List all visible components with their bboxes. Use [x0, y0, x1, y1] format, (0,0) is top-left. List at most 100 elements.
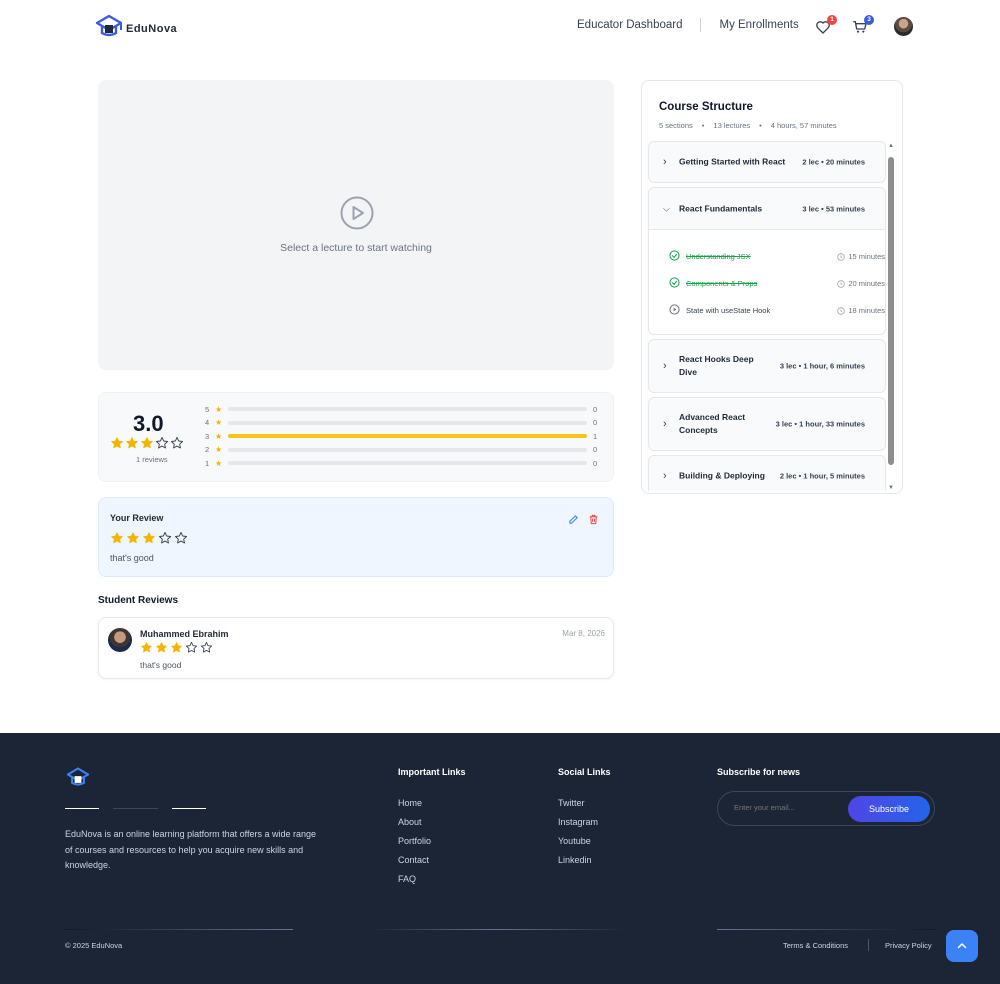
course-structure-panel: Course Structure 5 sections • 13 lecture…: [641, 80, 903, 494]
section-react-hooks[interactable]: › React Hooks Deep Dive 3 lec • 1 hour, …: [648, 339, 886, 393]
lecture-duration-text: 18 minutes: [848, 306, 885, 315]
section-building-deploying[interactable]: › Building & Deploying 2 lec • 1 hour, 5…: [648, 455, 886, 491]
lecture-item[interactable]: State with useState Hook 18 minutes: [669, 304, 885, 318]
footer-link-contact[interactable]: Contact: [398, 855, 429, 865]
star-empty-icon: [155, 436, 169, 449]
sections-list: › Getting Started with React 2 lec • 20 …: [648, 141, 886, 491]
your-review-title: Your Review: [110, 513, 164, 523]
bar-count: 0: [593, 404, 598, 414]
star-empty-icon: [174, 531, 188, 544]
graduation-cap-icon: [95, 14, 123, 37]
footer-link-home[interactable]: Home: [398, 798, 422, 808]
footer-link-faq[interactable]: FAQ: [398, 874, 416, 884]
reviewer-text: that's good: [140, 660, 182, 670]
delete-review-button[interactable]: [588, 512, 599, 530]
user-avatar[interactable]: [894, 17, 913, 36]
site-footer: EduNova is an online learning platform t…: [0, 733, 1000, 984]
rating-bar-row: 4 ★ 0: [205, 418, 605, 428]
brand-logo[interactable]: EduNova: [94, 13, 177, 39]
scroll-to-top-button[interactable]: [946, 930, 978, 962]
section-getting-started[interactable]: › Getting Started with React 2 lec • 20 …: [648, 141, 886, 183]
edit-review-button[interactable]: [568, 512, 579, 530]
scrollbar-thumb[interactable]: [888, 157, 894, 465]
review-date: Mar 8, 2026: [562, 629, 605, 638]
email-input[interactable]: [734, 803, 844, 812]
clock-icon: [837, 252, 846, 261]
star-small-icon: ★: [215, 404, 223, 414]
bar-fill: [228, 434, 587, 438]
site-header: EduNova Educator Dashboard My Enrollment…: [0, 0, 1000, 52]
chevron-right-icon: ›: [663, 418, 667, 430]
section-advanced-react[interactable]: › Advanced React Concepts 3 lec • 1 hour…: [648, 397, 886, 451]
footer-divider: [65, 929, 293, 930]
section-react-fundamentals[interactable]: ⌵ React Fundamentals 3 lec • 53 minutes …: [648, 187, 886, 335]
clock-icon: [837, 306, 846, 315]
social-links-title: Social Links: [558, 767, 611, 777]
section-title: React Hooks Deep Dive: [679, 354, 754, 377]
player-placeholder-message: Select a lecture to start watching: [280, 242, 432, 254]
star-filled-icon: [171, 642, 182, 653]
lecture-item[interactable]: Understanding JSX 15 minutes: [669, 250, 885, 264]
chevron-right-icon: ›: [663, 360, 667, 372]
bar-count: 0: [593, 458, 598, 468]
footer-link-twitter[interactable]: Twitter: [558, 798, 585, 808]
nav-my-enrollments[interactable]: My Enrollments: [719, 19, 798, 31]
trash-icon: [589, 514, 598, 525]
footer-link-instagram[interactable]: Instagram: [558, 817, 598, 827]
student-review-card: Muhammed Ebrahim that's good Mar 8, 2026: [98, 617, 614, 679]
footer-link-linkedin[interactable]: Linkedin: [558, 855, 592, 865]
reviewer-avatar: [108, 628, 132, 652]
scroll-up-arrow-icon[interactable]: ▲: [888, 143, 894, 149]
nav-educator-dashboard[interactable]: Educator Dashboard: [577, 19, 682, 31]
chevron-right-icon: ›: [663, 470, 667, 482]
section-info: 3 lec • 1 hour, 6 minutes: [779, 361, 865, 371]
student-reviews-title: Student Reviews: [98, 595, 179, 606]
bar-track: [228, 461, 587, 465]
lecture-title: State with useState Hook: [686, 306, 771, 315]
star-filled-icon: [127, 532, 139, 544]
footer-link-portfolio[interactable]: Portfolio: [398, 836, 431, 846]
star-small-icon: ★: [215, 445, 223, 454]
cart-count-badge: 3: [864, 15, 874, 25]
meta-dot: •: [701, 121, 705, 130]
star-filled-icon: [126, 437, 138, 449]
star-filled-icon: [141, 642, 152, 653]
rating-bar-row: 2 ★ 0: [205, 445, 605, 455]
privacy-link[interactable]: Privacy Policy: [885, 941, 932, 950]
footer-link-youtube[interactable]: Youtube: [558, 836, 591, 846]
star-filled-icon: [143, 532, 155, 544]
sections-count: 5 sections: [659, 121, 693, 130]
section-header[interactable]: ⌵ React Fundamentals 3 lec • 53 minutes: [649, 188, 885, 230]
rating-summary: 3.0 1 reviews 5 ★ 0 4 ★ 0 3 ★ 1 2 ★ 0 1 ★ 0: [98, 392, 614, 482]
wishlist-button[interactable]: 1: [815, 15, 837, 36]
lecture-item[interactable]: Components & Props 20 minutes: [669, 277, 885, 291]
section-info: 2 lec • 20 minutes: [802, 157, 865, 167]
subscribe-form: Subscribe: [717, 791, 935, 826]
course-structure-title: Course Structure: [659, 101, 753, 113]
average-rating-stars: [110, 436, 184, 450]
copyright-text: © 2025 EduNova: [65, 941, 123, 950]
cart-button[interactable]: 3: [852, 15, 874, 36]
bar-star-label: 2: [205, 445, 210, 454]
play-circle-icon: [340, 196, 374, 230]
terms-link[interactable]: Terms & Conditions: [783, 941, 848, 950]
footer-link-divider: [868, 939, 869, 951]
footer-logo-icon[interactable]: [65, 766, 91, 788]
star-small-icon: ★: [215, 431, 223, 441]
average-rating: 3.0: [133, 411, 164, 436]
subscribe-title: Subscribe for news: [717, 767, 801, 777]
course-structure-meta: 5 sections • 13 lectures • 4 hours, 57 m…: [659, 121, 837, 130]
your-review-card: Your Review that's good: [98, 497, 614, 577]
lecture-duration-text: 20 minutes: [848, 279, 885, 288]
star-empty-icon: [200, 641, 213, 653]
sections-scrollbar[interactable]: ▲ ▼: [888, 143, 894, 491]
star-empty-icon: [170, 436, 184, 449]
lecture-duration: 20 minutes: [837, 279, 885, 288]
subscribe-button[interactable]: Subscribe: [848, 796, 930, 822]
total-duration: 4 hours, 57 minutes: [770, 121, 837, 130]
footer-link-about[interactable]: About: [398, 817, 422, 827]
star-empty-icon: [158, 531, 172, 544]
scroll-down-arrow-icon[interactable]: ▼: [888, 485, 894, 491]
chevron-down-icon: ⌵: [663, 203, 670, 213]
wishlist-count-badge: 1: [827, 15, 837, 25]
